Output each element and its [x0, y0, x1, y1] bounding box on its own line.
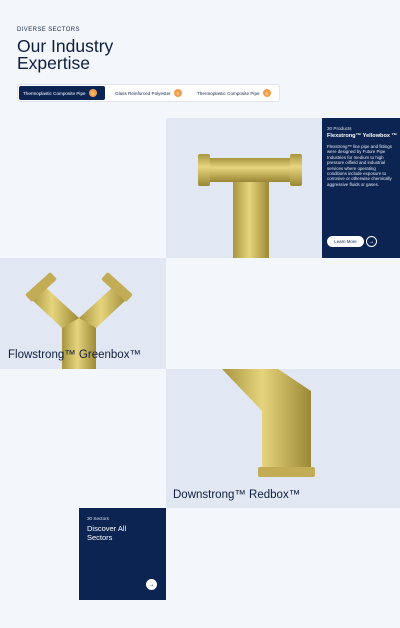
product-name: Flexstrong™ Yellowbox ™: [327, 133, 398, 139]
product-name: Flowstrong™ Greenbox™: [8, 349, 141, 361]
t-pipe-image: [198, 154, 302, 258]
discover-sectors-card[interactable]: 30 Sectors Discover All Sectors →: [79, 508, 166, 600]
arrow-right-icon[interactable]: →: [146, 579, 157, 590]
arrow-right-icon[interactable]: →: [366, 236, 377, 247]
section-eyebrow: DIVERSE SECTORS: [17, 27, 80, 33]
tab-label: Thermoplastic Composite Pipe: [23, 90, 86, 96]
sectors-count: 30 Sectors: [87, 516, 109, 521]
product-description: Flexstrong™ line pipe and fittings were …: [327, 144, 392, 187]
tab-label: Glass Reinforced Polyester: [115, 90, 171, 96]
product-card-yellowbox-info: 30 Products Flexstrong™ Yellowbox ™ Flex…: [322, 118, 400, 258]
sectors-title: Discover All Sectors: [87, 524, 127, 542]
learn-more-button[interactable]: Learn More: [327, 236, 364, 247]
tab-count-badge: 3: [173, 89, 182, 97]
tab-count-badge: 3: [262, 89, 271, 97]
elbow-pipe-image: [222, 369, 315, 477]
tab-count-badge: 3: [88, 89, 97, 97]
tab-label: Thermoplastic Composite Pipe: [197, 90, 260, 96]
tab-glass-reinforced-polyester[interactable]: Glass Reinforced Polyester 3: [111, 86, 187, 100]
product-name: Downstrong™ Redbox™: [173, 489, 301, 501]
category-tabs: Thermoplastic Composite Pipe 3 Glass Rei…: [17, 84, 280, 102]
product-card-redbox[interactable]: Downstrong™ Redbox™: [166, 369, 400, 508]
tab-thermoplastic-composite-pipe[interactable]: Thermoplastic Composite Pipe 3: [19, 86, 105, 100]
tab-thermoplastic-composite-pipe-2[interactable]: Thermoplastic Composite Pipe 3: [193, 86, 275, 100]
product-count: 30 Products: [327, 126, 352, 131]
product-card-greenbox[interactable]: Flowstrong™ Greenbox™: [0, 258, 166, 369]
product-card-yellowbox-image[interactable]: [166, 118, 322, 258]
section-title: Our Industry Expertise: [17, 36, 114, 73]
